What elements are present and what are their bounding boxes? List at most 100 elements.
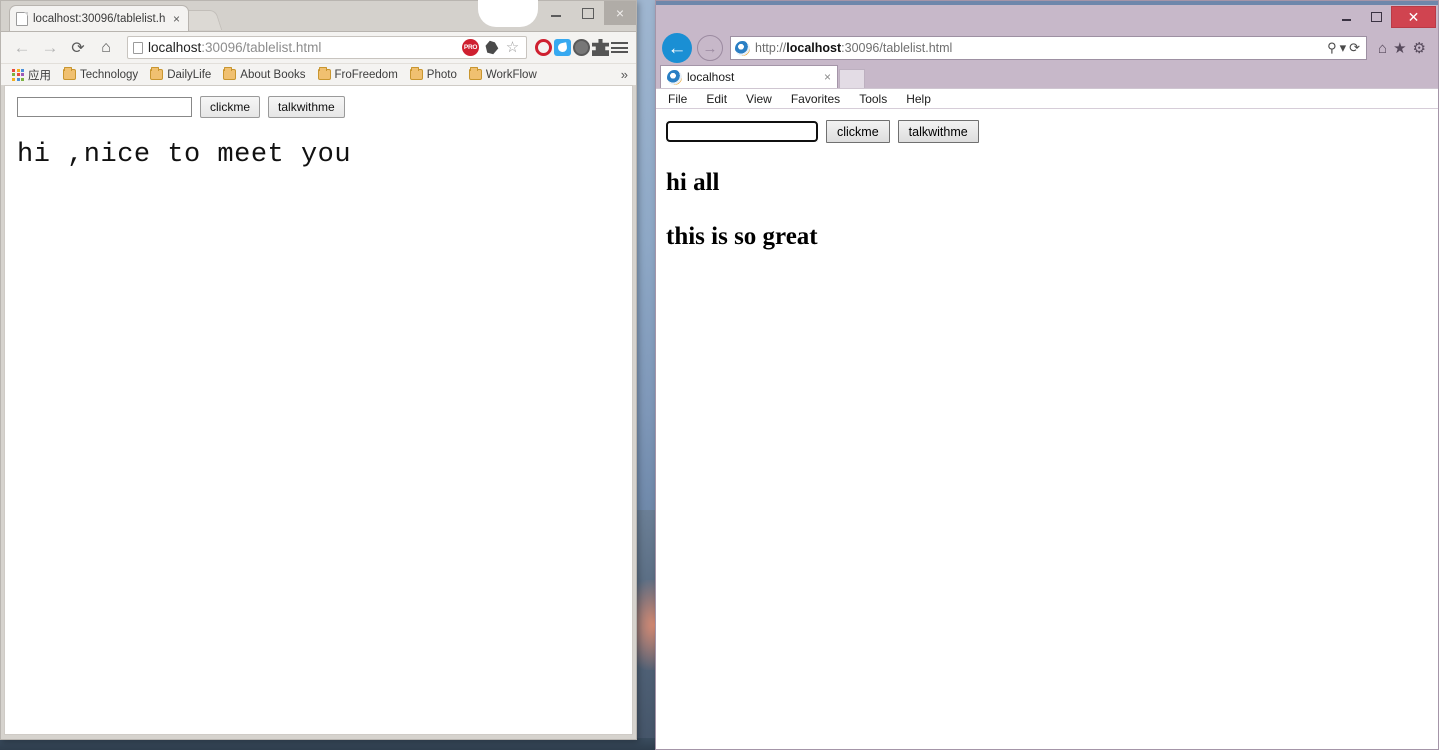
ie-favicon-icon	[735, 40, 750, 56]
ie-url-text: http://localhost:30096/tablelist.html	[755, 41, 1322, 55]
menu-item-favorites[interactable]: Favorites	[791, 92, 840, 106]
minimize-button[interactable]	[1331, 6, 1361, 28]
ie-tab-strip: localhost ×	[656, 65, 1438, 88]
bookmark-label: Photo	[426, 68, 457, 81]
ie-url-scheme: http://	[755, 41, 787, 55]
bookmark-label: WorkFlow	[485, 68, 537, 81]
ie-form-row: clickme talkwithme	[665, 120, 1428, 143]
chevron-down-icon[interactable]: ▾	[1340, 40, 1347, 56]
talkwithme-button[interactable]: talkwithme	[268, 96, 345, 118]
forward-icon[interactable]: →	[697, 35, 723, 61]
folder-icon	[409, 67, 423, 80]
puzzle-icon[interactable]	[592, 39, 609, 56]
decorative-overlay	[478, 0, 538, 27]
chrome-page-message: hi ,nice to meet you	[17, 140, 352, 170]
maximize-button[interactable]	[572, 1, 604, 25]
opera-icon[interactable]	[535, 39, 552, 56]
back-icon[interactable]: ←	[9, 35, 35, 61]
bookmark-about-books[interactable]: About Books	[218, 67, 310, 83]
ie-toolbar-icons: ⌂ ★ ⚙	[1372, 39, 1432, 58]
chrome-tab-strip: localhost:30096/tablelist.h × ×	[1, 0, 636, 31]
chrome-page-content: clickme talkwithme hi ,nice to meet you	[4, 85, 633, 735]
star-icon[interactable]: ☆	[504, 39, 521, 56]
apps-grid-icon	[12, 68, 24, 81]
ie-navigation-bar: ← → http://localhost:30096/tablelist.htm…	[656, 31, 1438, 65]
bookmark-technology[interactable]: Technology	[58, 67, 143, 83]
forward-icon[interactable]: →	[37, 35, 63, 61]
ie-tab-favicon-icon	[667, 69, 682, 85]
page-favicon-icon	[16, 11, 28, 26]
close-icon[interactable]: ×	[824, 70, 831, 84]
folder-icon	[150, 67, 164, 80]
favorites-star-icon[interactable]: ★	[1393, 39, 1406, 57]
ie-page-heading-2: this is so great	[666, 223, 818, 250]
internet-explorer-window[interactable]: ✕ ← → http://localhost:30096/tablelist.h…	[655, 0, 1439, 750]
search-icon[interactable]: ⚲	[1327, 40, 1337, 56]
omnibox-icons: PRO ☆	[462, 39, 521, 56]
ie-page-content: clickme talkwithme hi all this is so gre…	[656, 108, 1438, 749]
chrome-bookmarks-bar: 应用 Technology DailyLife About Books FroF…	[1, 63, 636, 85]
ie-title-bar[interactable]: ✕	[656, 5, 1438, 31]
gear-icon[interactable]: ⚙	[1413, 39, 1426, 57]
chrome-browser-window[interactable]: localhost:30096/tablelist.h × × ← → ⟳ ⌂ …	[0, 0, 637, 740]
folder-icon	[468, 67, 482, 80]
ie-tab[interactable]: localhost ×	[660, 65, 838, 88]
menu-item-file[interactable]: File	[668, 92, 687, 106]
ie-menu-bar: File Edit View Favorites Tools Help	[656, 88, 1438, 108]
home-icon[interactable]: ⌂	[93, 35, 119, 61]
ie-url-host: localhost	[786, 41, 842, 55]
bookmark-label: FroFreedom	[334, 68, 398, 81]
chrome-tab-title: localhost:30096/tablelist.h	[33, 12, 166, 25]
close-button[interactable]: ×	[604, 1, 636, 25]
bookmark-label: About Books	[240, 68, 306, 81]
chrome-window-controls: ×	[540, 1, 636, 25]
clickme-button[interactable]: clickme	[200, 96, 261, 118]
minimize-button[interactable]	[540, 1, 572, 25]
folder-icon	[63, 67, 76, 80]
home-icon[interactable]: ⌂	[1378, 40, 1387, 57]
bookmark-label: 应用	[28, 69, 51, 82]
new-tab-button[interactable]	[839, 69, 865, 88]
close-button[interactable]: ✕	[1391, 6, 1436, 28]
bookmark-apps[interactable]: 应用	[7, 65, 56, 85]
menu-item-edit[interactable]: Edit	[706, 92, 727, 106]
bookmark-dailylife[interactable]: DailyLife	[145, 67, 216, 83]
refresh-icon[interactable]: ⟳	[1349, 40, 1360, 56]
talkwithme-button[interactable]: talkwithme	[897, 120, 979, 143]
menu-item-view[interactable]: View	[746, 92, 772, 106]
bookmark-frofreedom[interactable]: FroFreedom	[313, 67, 403, 83]
folder-icon	[317, 67, 331, 80]
bookmarks-overflow-icon[interactable]: »	[621, 67, 630, 82]
menu-item-tools[interactable]: Tools	[859, 92, 887, 106]
clickme-button[interactable]: clickme	[826, 120, 890, 143]
hamburger-menu-icon[interactable]	[611, 39, 628, 56]
chrome-address-bar[interactable]: localhost:30096/tablelist.html PRO ☆	[127, 36, 527, 59]
ie-url-path: :30096/tablelist.html	[841, 41, 953, 55]
maximize-button[interactable]	[1361, 6, 1391, 28]
blue-pencil-icon[interactable]	[554, 39, 571, 56]
page-info-icon[interactable]	[133, 41, 143, 54]
bookmark-label: DailyLife	[167, 68, 212, 81]
chrome-url-host: localhost	[148, 40, 202, 55]
bookmark-workflow[interactable]: WorkFlow	[464, 67, 542, 83]
chrome-tab[interactable]: localhost:30096/tablelist.h ×	[9, 5, 189, 31]
chrome-form-row: clickme talkwithme	[17, 96, 620, 118]
ie-page-heading-1: hi all	[666, 169, 720, 196]
back-icon[interactable]: ←	[662, 33, 692, 63]
text-input[interactable]	[17, 97, 192, 117]
reload-icon[interactable]: ⟳	[65, 35, 91, 61]
ghost-icon[interactable]	[485, 40, 499, 55]
ie-address-bar[interactable]: http://localhost:30096/tablelist.html ⚲ …	[730, 36, 1368, 60]
text-input[interactable]	[665, 120, 819, 143]
menu-item-help[interactable]: Help	[906, 92, 931, 106]
ie-address-bar-icons: ⚲ ▾ ⟳	[1327, 40, 1362, 56]
film-reel-icon[interactable]	[573, 39, 590, 56]
chrome-url-text: localhost:30096/tablelist.html	[148, 40, 457, 55]
close-icon[interactable]: ×	[171, 12, 182, 26]
pro-badge-icon[interactable]: PRO	[462, 39, 479, 56]
bookmark-photo[interactable]: Photo	[405, 67, 462, 83]
ie-window-controls: ✕	[1331, 6, 1436, 28]
bookmark-label: Technology	[80, 68, 139, 81]
ie-tab-title: localhost	[687, 70, 735, 84]
folder-icon	[223, 67, 237, 80]
